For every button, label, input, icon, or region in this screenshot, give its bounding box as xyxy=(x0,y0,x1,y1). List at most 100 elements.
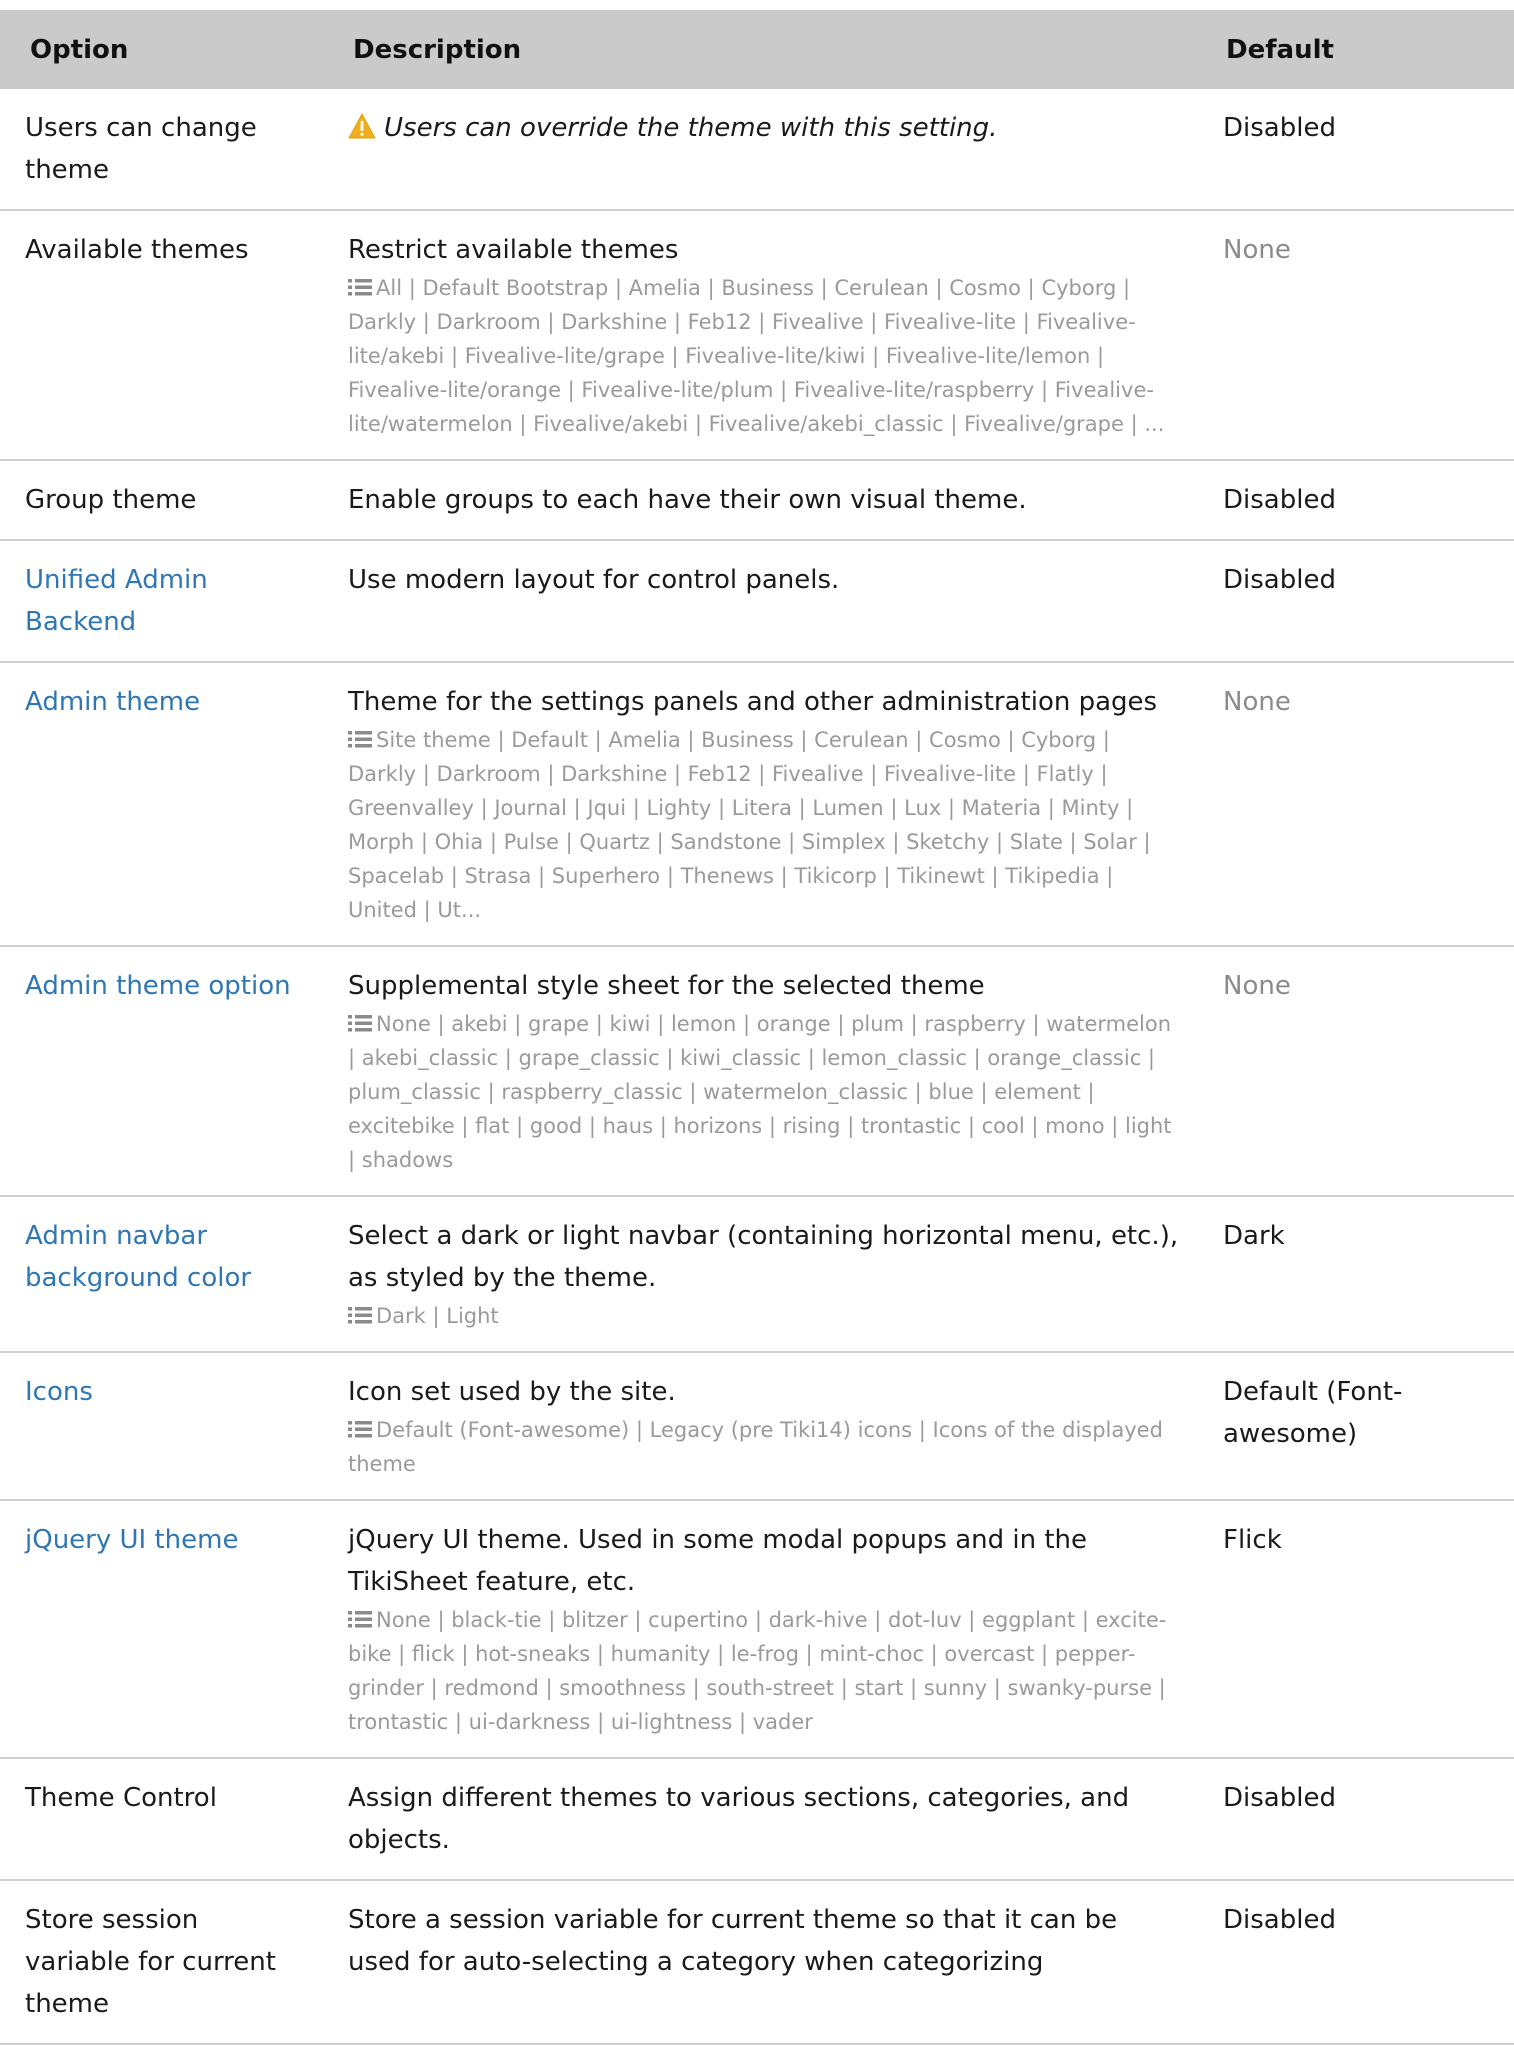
header-option: Option xyxy=(30,34,129,65)
description-cell: Enable groups to each have their own vis… xyxy=(324,460,1213,541)
default-value: Dark xyxy=(1223,1221,1285,1251)
description-text: Enable groups to each have their own vis… xyxy=(348,485,1027,515)
description-cell: Store a session variable for current the… xyxy=(324,1880,1213,2045)
description-text: Use modern layout for control panels. xyxy=(348,565,840,595)
description-text: Assign different themes to various secti… xyxy=(348,1783,1130,1855)
default-cell: Disabled xyxy=(1213,1880,1514,2045)
table-row: Group theme Enable groups to each have th… xyxy=(0,460,1514,541)
table-row: Theme Control Assign different themes to … xyxy=(0,1758,1514,1881)
description-text-line: Users can override the theme with this s… xyxy=(348,107,1181,149)
description-text: Theme for the settings panels and other … xyxy=(348,687,1158,717)
description-text-line: Theme for the settings panels and other … xyxy=(348,681,1181,723)
option-cell: Group theme xyxy=(0,460,324,541)
option-cell: Icons xyxy=(0,1352,324,1501)
description-cell: Select a dark or light navbar (containin… xyxy=(324,1196,1213,1353)
header-default: Default xyxy=(1226,34,1334,65)
description-text-line: Assign different themes to various secti… xyxy=(348,1777,1181,1861)
options-list-text: None | black-tie | blitzer | cupertino |… xyxy=(348,1608,1167,1734)
list-icon xyxy=(348,1415,372,1438)
options-list-text: None | akebi | grape | kiwi | lemon | or… xyxy=(348,1012,1172,1172)
table-row: Store session variable for current theme… xyxy=(0,1880,1514,2045)
list-icon xyxy=(348,1301,372,1324)
description-text-line: Supplemental style sheet for the selecte… xyxy=(348,965,1181,1007)
table-row: jQuery UI theme jQuery UI theme. Used in … xyxy=(0,1500,1514,1759)
options-list: Dark | Light xyxy=(348,1299,1181,1333)
default-cell: Default (Font-awesome) xyxy=(1213,1352,1514,1501)
options-list: Site theme | Default | Amelia | Business… xyxy=(348,723,1181,927)
option-link[interactable]: jQuery UI theme xyxy=(25,1525,238,1555)
option-link[interactable]: Icons xyxy=(25,1377,93,1407)
description-text-line: Select a dark or light navbar (containin… xyxy=(348,1215,1181,1299)
option-cell: Admin theme xyxy=(0,662,324,947)
description-text: Supplemental style sheet for the selecte… xyxy=(348,971,985,1001)
description-cell: Supplemental style sheet for the selecte… xyxy=(324,946,1213,1197)
description-text-line: Restrict available themes xyxy=(348,229,1181,271)
description-cell: Theme for the settings panels and other … xyxy=(324,662,1213,947)
default-cell: None xyxy=(1213,662,1514,947)
option-link[interactable]: Admin theme option xyxy=(25,971,291,1001)
list-icon xyxy=(348,1605,372,1628)
description-cell: Use modern layout for control panels. xyxy=(324,540,1213,663)
table-row: Unified Admin Backend Use modern layout f… xyxy=(0,540,1514,663)
option-cell: Users can change theme xyxy=(0,89,324,211)
default-value: Disabled xyxy=(1223,1905,1336,1935)
option-cell: Admin navbar background color xyxy=(0,1196,324,1353)
option-link[interactable]: Unified Admin Backend xyxy=(25,565,208,637)
default-value: Disabled xyxy=(1223,565,1336,595)
table-row: Available themes Restrict available theme… xyxy=(0,210,1514,461)
default-cell: Dark xyxy=(1213,1196,1514,1353)
option-label: Theme Control xyxy=(25,1783,217,1813)
description-cell: Assign different themes to various secti… xyxy=(324,1758,1213,1881)
description-text-line: Use modern layout for control panels. xyxy=(348,559,1181,601)
option-link[interactable]: Admin navbar background color xyxy=(25,1221,251,1293)
preferences-table: Option Description Default Users can cha… xyxy=(0,0,1514,2045)
description-text: Restrict available themes xyxy=(348,235,679,265)
options-list: None | akebi | grape | kiwi | lemon | or… xyxy=(348,1007,1181,1177)
default-value: Disabled xyxy=(1223,113,1336,143)
default-value: Flick xyxy=(1223,1525,1282,1555)
default-value: None xyxy=(1223,687,1291,717)
description-text-line: Icon set used by the site. xyxy=(348,1371,1181,1413)
option-cell: Admin theme option xyxy=(0,946,324,1197)
option-label: Users can change theme xyxy=(25,113,257,185)
default-value: None xyxy=(1223,235,1291,265)
option-label: Group theme xyxy=(25,485,197,515)
default-cell: Disabled xyxy=(1213,1758,1514,1881)
default-cell: None xyxy=(1213,210,1514,461)
description-text-line: Enable groups to each have their own vis… xyxy=(348,479,1181,521)
default-cell: Disabled xyxy=(1213,89,1514,211)
description-cell: jQuery UI theme. Used in some modal popu… xyxy=(324,1500,1213,1759)
option-cell: Store session variable for current theme xyxy=(0,1880,324,2045)
header-row: Option Description Default xyxy=(0,5,1514,89)
table-row: Admin theme option Supplemental style she… xyxy=(0,946,1514,1197)
description-text: Store a session variable for current the… xyxy=(348,1905,1118,1977)
preferences-page: Option Description Default Users can cha… xyxy=(0,0,1514,2045)
default-value: Default (Font-awesome) xyxy=(1223,1377,1403,1449)
table-row: Admin theme Theme for the settings panels… xyxy=(0,662,1514,947)
description-text: Users can override the theme with this s… xyxy=(384,113,998,143)
table-header: Option Description Default xyxy=(0,5,1514,89)
options-list-text: All | Default Bootstrap | Amelia | Busin… xyxy=(348,276,1165,436)
options-list: Default (Font-awesome) | Legacy (pre Tik… xyxy=(348,1413,1181,1481)
description-cell: Users can override the theme with this s… xyxy=(324,89,1213,211)
options-list-text: Dark | Light xyxy=(376,1304,499,1328)
default-value: Disabled xyxy=(1223,485,1336,515)
list-icon xyxy=(348,1009,372,1032)
option-label: Store session variable for current theme xyxy=(25,1905,276,2019)
description-text-line: Store a session variable for current the… xyxy=(348,1899,1181,1983)
header-description: Description xyxy=(353,34,522,65)
options-list-text: Default (Font-awesome) | Legacy (pre Tik… xyxy=(348,1418,1163,1476)
option-cell: jQuery UI theme xyxy=(0,1500,324,1759)
description-text: Icon set used by the site. xyxy=(348,1377,676,1407)
description-text-line: jQuery UI theme. Used in some modal popu… xyxy=(348,1519,1181,1603)
description-text: jQuery UI theme. Used in some modal popu… xyxy=(348,1525,1088,1597)
default-cell: Disabled xyxy=(1213,460,1514,541)
option-cell: Unified Admin Backend xyxy=(0,540,324,663)
description-cell: Icon set used by the site. Default (Font-… xyxy=(324,1352,1213,1501)
default-cell: Flick xyxy=(1213,1500,1514,1759)
default-cell: Disabled xyxy=(1213,540,1514,663)
option-link[interactable]: Admin theme xyxy=(25,687,200,717)
table-row: Admin navbar background color Select a da… xyxy=(0,1196,1514,1353)
default-value: None xyxy=(1223,971,1291,1001)
table-row: Users can change theme Users can override… xyxy=(0,89,1514,211)
